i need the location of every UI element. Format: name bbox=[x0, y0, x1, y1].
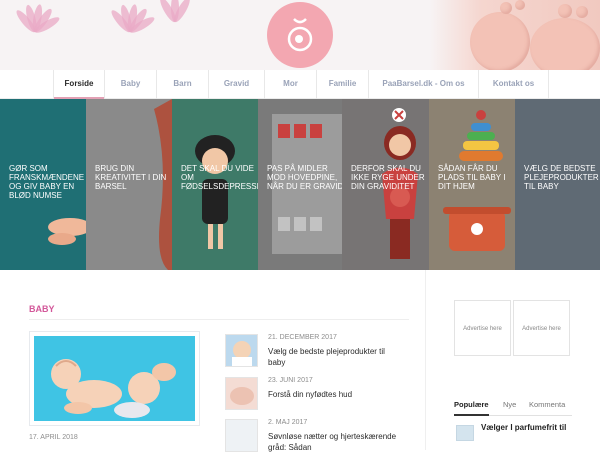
flower-decoration bbox=[140, 0, 210, 64]
post-thumbnail[interactable] bbox=[456, 425, 474, 441]
featured-post-image[interactable] bbox=[29, 331, 200, 426]
tab-nye[interactable]: Nye bbox=[503, 400, 516, 409]
post-thumbnail[interactable] bbox=[225, 334, 258, 367]
slide-card[interactable]: DERFOR SKAL DU IKKE RYGE UNDER DIN GRAVI… bbox=[342, 99, 429, 270]
post-date: 21. DECEMBER 2017 bbox=[268, 334, 337, 341]
post-title[interactable]: Forstå din nyfødtes hud bbox=[268, 389, 398, 400]
slide-title: DET SKAL DU VIDE OM FØDSELSDEPRESSION bbox=[181, 164, 258, 191]
section-title[interactable]: BABY bbox=[29, 304, 55, 314]
popular-post-item[interactable]: Vælger I parfumefrit til bbox=[454, 422, 572, 450]
ad-placeholder[interactable]: Advertise here bbox=[513, 300, 570, 356]
nav-item-barn[interactable]: Barn bbox=[157, 70, 209, 99]
slide-card[interactable]: SÅDAN FÅR DU PLADS TIL BABY I DIT HJEM bbox=[429, 99, 515, 270]
post-title[interactable]: Vælger I parfumefrit til bbox=[481, 422, 571, 434]
nav-item-gravid[interactable]: Gravid bbox=[209, 70, 265, 99]
slide-card[interactable]: BRUG DIN KREATIVITET I DIN BARSEL bbox=[86, 99, 172, 270]
sidebar-tabs: Populære Nye Kommenta bbox=[454, 398, 572, 416]
slide-card[interactable]: DET SKAL DU VIDE OM FØDSELSDEPRESSION bbox=[172, 99, 258, 270]
site-header bbox=[0, 0, 600, 70]
nav-item-baby[interactable]: Baby bbox=[105, 70, 157, 99]
list-item[interactable]: 2. MAJ 2017 Søvnløse nætter og hjerteskæ… bbox=[225, 419, 400, 461]
sidebar-divider bbox=[425, 270, 426, 450]
section-header: BABY bbox=[29, 300, 409, 320]
slide-title: VÆLG DE BEDSTE PLEJEPRODUKTER TIL BABY bbox=[524, 164, 599, 191]
nav-item-familie[interactable]: Familie bbox=[317, 70, 369, 99]
slide-title: PAS PÅ MIDLER MOD HOVEDPINE, NÅR DU ER G… bbox=[267, 164, 342, 191]
crawling-baby-illustration bbox=[51, 359, 176, 418]
flower-decoration bbox=[0, 0, 70, 70]
featured-slider: GØR SOM FRANSKMÆNDENE OG GIV BABY EN BLØ… bbox=[0, 99, 600, 270]
slide-title: DERFOR SKAL DU IKKE RYGE UNDER DIN GRAVI… bbox=[351, 164, 425, 191]
nav-item-forside[interactable]: Forside bbox=[53, 70, 105, 99]
main-navigation: Forside Baby Barn Gravid Mor Familie Paa… bbox=[0, 70, 600, 99]
post-date: 2. MAJ 2017 bbox=[268, 419, 308, 426]
slide-title: SÅDAN FÅR DU PLADS TIL BABY I DIT HJEM bbox=[438, 164, 506, 191]
slide-card[interactable]: PAS PÅ MIDLER MOD HOVEDPINE, NÅR DU ER G… bbox=[258, 99, 342, 270]
slide-card[interactable]: VÆLG DE BEDSTE PLEJEPRODUKTER TIL BABY bbox=[515, 99, 600, 270]
nav-item-kontakt[interactable]: Kontakt os bbox=[479, 70, 549, 99]
tab-kommentarer[interactable]: Kommenta bbox=[529, 400, 565, 409]
post-title[interactable]: Vælg de bedste plejeprodukter til baby bbox=[268, 346, 398, 368]
pregnant-belly-icon bbox=[287, 18, 313, 52]
nav-item-mor[interactable]: Mor bbox=[265, 70, 317, 99]
baby-feet-image bbox=[430, 0, 600, 70]
post-date: 17. APRIL 2018 bbox=[29, 434, 78, 441]
tab-populaere[interactable]: Populære bbox=[454, 400, 489, 416]
slide-title: BRUG DIN KREATIVITET I DIN BARSEL bbox=[95, 164, 167, 191]
post-date: 23. JUNI 2017 bbox=[268, 377, 313, 384]
post-thumbnail[interactable] bbox=[225, 377, 258, 410]
list-item[interactable]: 23. JUNI 2017 Forstå din nyfødtes hud bbox=[225, 377, 400, 419]
post-thumbnail[interactable] bbox=[225, 419, 258, 452]
list-item[interactable]: 21. DECEMBER 2017 Vælg de bedste plejepr… bbox=[225, 334, 400, 376]
ad-placeholder[interactable]: Advertise here bbox=[454, 300, 511, 356]
nav-item-om-os[interactable]: PaaBarsel.dk - Om os bbox=[369, 70, 479, 99]
slide-title: GØR SOM FRANSKMÆNDENE OG GIV BABY EN BLØ… bbox=[9, 164, 85, 200]
slide-card[interactable]: GØR SOM FRANSKMÆNDENE OG GIV BABY EN BLØ… bbox=[0, 99, 86, 270]
